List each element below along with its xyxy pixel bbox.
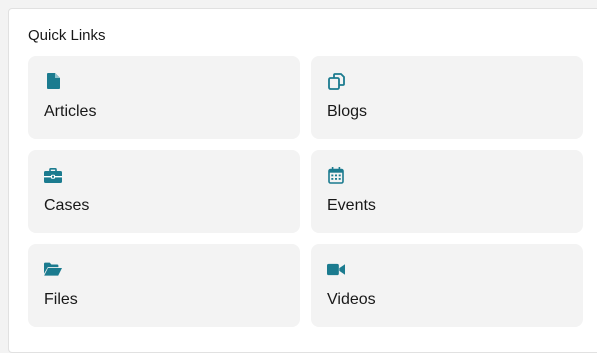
quick-link-label: Blogs (327, 103, 368, 120)
quick-links-grid: Articles Blogs Cases Events Files Videos (28, 56, 583, 327)
calendar-icon (327, 166, 345, 184)
quick-link-label: Cases (44, 197, 90, 214)
folder-open-icon (44, 260, 62, 278)
quick-links-title: Quick Links (28, 27, 106, 44)
quick-link-articles[interactable]: Articles (28, 56, 300, 139)
quick-links-card: Quick Links Articles Blogs Cases Events … (8, 8, 597, 353)
quick-link-label: Files (44, 291, 78, 308)
video-camera-icon (327, 260, 345, 278)
document-icon (44, 72, 62, 90)
quick-link-blogs[interactable]: Blogs (311, 56, 583, 139)
briefcase-icon (44, 166, 62, 184)
quick-link-label: Events (327, 197, 376, 214)
copy-icon (327, 72, 345, 90)
quick-link-files[interactable]: Files (28, 244, 300, 327)
quick-link-videos[interactable]: Videos (311, 244, 583, 327)
quick-link-cases[interactable]: Cases (28, 150, 300, 233)
quick-link-label: Videos (327, 291, 376, 308)
quick-link-events[interactable]: Events (311, 150, 583, 233)
quick-link-label: Articles (44, 103, 97, 120)
